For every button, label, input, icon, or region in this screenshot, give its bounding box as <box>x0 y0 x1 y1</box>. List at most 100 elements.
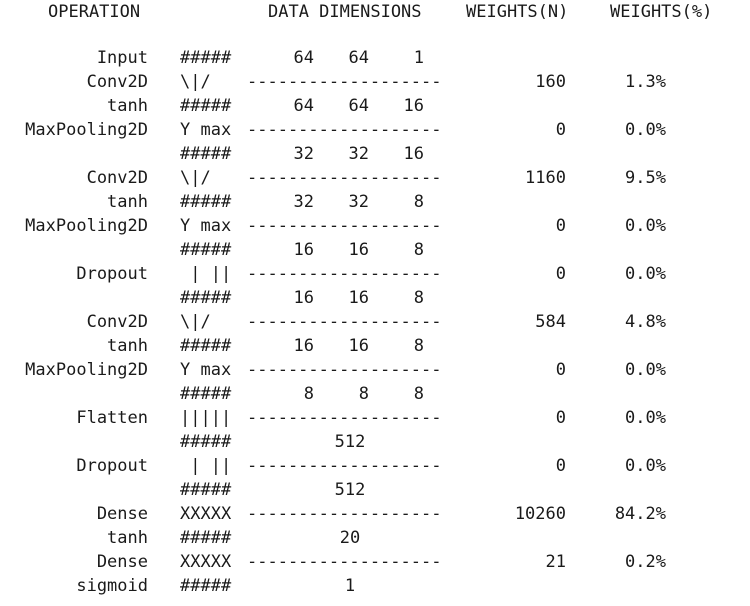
header-operation: OPERATION <box>48 2 141 22</box>
operation-name: MaxPooling2D <box>25 120 148 140</box>
dim-width: 16 <box>348 288 369 308</box>
dim-flat: 20 <box>339 528 361 548</box>
shape-row: sigmoid ##### 1 <box>0 574 750 598</box>
dim-height: 8 <box>303 384 314 404</box>
separator-dashes: ------------------- <box>247 72 442 92</box>
layer-symbol: ||||| <box>180 408 232 428</box>
layer-row: Conv2D \|/ ------------------- 584 4.8% <box>0 310 750 334</box>
layer-symbol: \|/ <box>180 312 211 332</box>
shape-row: tanh ##### 16 16 8 <box>0 334 750 358</box>
layer-symbol: ##### <box>180 144 232 164</box>
layer-symbol: ##### <box>180 288 232 308</box>
header-row: OPERATION DATA DIMENSIONS WEIGHTS(N) WEI… <box>0 0 750 24</box>
separator-dashes: ------------------- <box>247 456 442 476</box>
weights-count: 0 <box>555 216 566 236</box>
weights-percent: 0.0% <box>625 360 666 380</box>
layer-symbol: ##### <box>180 432 232 452</box>
layer-row: MaxPooling2D Y max ------------------- 0 0.0… <box>0 214 750 238</box>
dim-channels: 16 <box>403 96 424 116</box>
weights-count: 0 <box>555 408 566 428</box>
dim-width: 16 <box>348 336 369 356</box>
layer-row: Dense XXXXX ------------------- 21 0.2% <box>0 550 750 574</box>
dim-height: 64 <box>293 48 314 68</box>
separator-dashes: ------------------- <box>247 216 442 236</box>
layer-symbol: ##### <box>180 336 232 356</box>
dim-channels: 16 <box>403 144 424 164</box>
weights-percent: 1.3% <box>625 72 666 92</box>
dim-height: 32 <box>293 192 314 212</box>
layer-row: Flatten ||||| ------------------- 0 0.0% <box>0 406 750 430</box>
shape-row: ##### 16 16 8 <box>0 238 750 262</box>
weights-count: 0 <box>555 456 566 476</box>
layer-symbol: | || <box>180 264 232 284</box>
layer-symbol: ##### <box>180 480 232 500</box>
shape-row: tanh ##### 32 32 8 <box>0 190 750 214</box>
dim-channels: 8 <box>413 288 424 308</box>
dim-height: 16 <box>293 240 314 260</box>
layer-row: Conv2D \|/ ------------------- 1160 9.5% <box>0 166 750 190</box>
layer-row: Dense XXXXX ------------------- 10260 84.2% <box>0 502 750 526</box>
weights-count: 0 <box>555 120 566 140</box>
operation-name: Dense <box>96 504 148 524</box>
weights-count: 21 <box>545 552 566 572</box>
layer-symbol: Y max <box>180 216 232 236</box>
operation-name: MaxPooling2D <box>25 216 148 236</box>
dim-channels: 1 <box>413 48 424 68</box>
dim-height: 64 <box>293 96 314 116</box>
operation-name: Dropout <box>76 264 148 284</box>
dim-height: 32 <box>293 144 314 164</box>
dim-flat: 512 <box>334 480 366 500</box>
layer-symbol: ##### <box>180 576 232 596</box>
weights-percent: 9.5% <box>625 168 666 188</box>
operation-name: Input <box>96 48 148 68</box>
separator-dashes: ------------------- <box>247 120 442 140</box>
shape-row: Input ##### 64 64 1 <box>0 46 750 70</box>
weights-percent: 0.0% <box>625 264 666 284</box>
weights-percent: 4.8% <box>625 312 666 332</box>
dim-width: 8 <box>358 384 369 404</box>
dim-width: 32 <box>348 192 369 212</box>
shape-row: tanh ##### 64 64 16 <box>0 94 750 118</box>
dim-channels: 8 <box>413 384 424 404</box>
dim-channels: 8 <box>413 192 424 212</box>
layer-row: Dropout | || ------------------- 0 0.0% <box>0 262 750 286</box>
separator-dashes: ------------------- <box>247 504 442 524</box>
layer-symbol: ##### <box>180 528 232 548</box>
layer-symbol: XXXXX <box>180 504 232 524</box>
weights-count: 160 <box>535 72 566 92</box>
layer-symbol: | || <box>180 456 232 476</box>
model-summary: OPERATION DATA DIMENSIONS WEIGHTS(N) WEI… <box>0 0 750 606</box>
operation-name: tanh <box>107 96 148 116</box>
weights-count: 584 <box>535 312 566 332</box>
operation-name: tanh <box>107 336 148 356</box>
layer-row: Conv2D \|/ ------------------- 160 1.3% <box>0 70 750 94</box>
shape-row: ##### 32 32 16 <box>0 142 750 166</box>
shape-row: tanh ##### 20 <box>0 526 750 550</box>
weights-percent: 0.0% <box>625 408 666 428</box>
layer-symbol: \|/ <box>180 72 211 92</box>
layer-symbol: Y max <box>180 360 232 380</box>
separator-dashes: ------------------- <box>247 408 442 428</box>
operation-name: MaxPooling2D <box>25 360 148 380</box>
layer-symbol: Y max <box>180 120 232 140</box>
operation-name: Dropout <box>76 456 148 476</box>
weights-percent: 84.2% <box>614 504 666 524</box>
weights-count: 10260 <box>514 504 566 524</box>
layer-symbol: \|/ <box>180 168 211 188</box>
separator-dashes: ------------------- <box>247 312 442 332</box>
layer-symbol: ##### <box>180 384 232 404</box>
operation-name: tanh <box>107 528 148 548</box>
operation-name: Flatten <box>76 408 148 428</box>
dim-width: 64 <box>348 48 369 68</box>
layer-row: MaxPooling2D Y max ------------------- 0 0.0… <box>0 358 750 382</box>
layer-symbol: ##### <box>180 240 232 260</box>
header-weights-pct: WEIGHTS(%) <box>610 2 713 22</box>
header-weights-n: WEIGHTS(N) <box>466 2 569 22</box>
separator-dashes: ------------------- <box>247 360 442 380</box>
dim-width: 16 <box>348 240 369 260</box>
dim-channels: 8 <box>413 240 424 260</box>
dim-height: 16 <box>293 288 314 308</box>
weights-percent: 0.0% <box>625 456 666 476</box>
dim-flat: 512 <box>334 432 366 452</box>
separator-dashes: ------------------- <box>247 264 442 284</box>
